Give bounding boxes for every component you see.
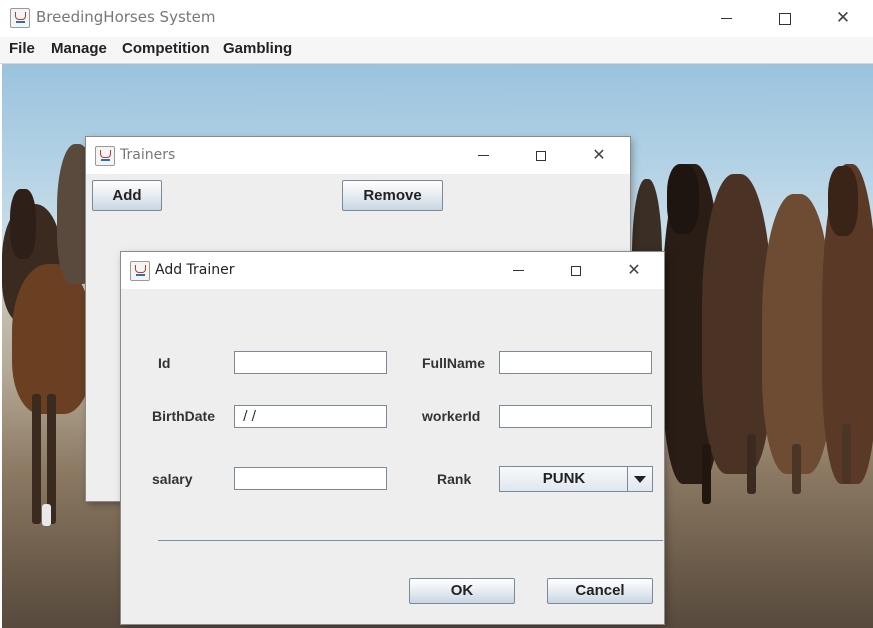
ok-button[interactable]: OK (409, 578, 515, 604)
menu-manage[interactable]: Manage (51, 40, 107, 57)
close-icon: ✕ (592, 145, 606, 164)
maximize-icon (779, 12, 791, 25)
trainers-title: Trainers (120, 147, 176, 163)
trainers-maximize-button[interactable] (524, 142, 558, 168)
workerid-label: workerId (422, 408, 481, 424)
add-trainer-button[interactable]: Add (92, 180, 162, 211)
birthdate-field[interactable] (234, 405, 387, 428)
fullname-label: FullName (422, 355, 486, 371)
salary-field[interactable] (234, 467, 387, 490)
add-trainer-title-bar: Add Trainer ✕ (121, 252, 664, 289)
app-close-button[interactable]: ✕ (823, 4, 863, 32)
app-maximize-button[interactable] (765, 4, 805, 32)
id-label: Id (158, 355, 171, 371)
java-app-icon (130, 261, 150, 281)
minimize-icon (512, 270, 524, 271)
close-icon: ✕ (835, 8, 851, 28)
separator (158, 540, 663, 541)
add-trainer-dialog: Add Trainer ✕ Id FullName BirthDate work… (121, 252, 664, 624)
dialog-close-button[interactable]: ✕ (617, 257, 651, 283)
menu-file[interactable]: File (9, 40, 35, 57)
cancel-button[interactable]: Cancel (547, 578, 653, 604)
rank-selected-value: PUNK (542, 470, 586, 487)
trainers-close-button[interactable]: ✕ (582, 142, 616, 168)
add-trainer-title: Add Trainer (155, 262, 235, 278)
java-app-icon (95, 146, 115, 166)
id-field[interactable] (234, 351, 387, 374)
menu-gambling[interactable]: Gambling (223, 40, 292, 57)
fullname-field[interactable] (499, 351, 652, 374)
minimize-icon (477, 155, 489, 156)
dialog-minimize-button[interactable] (501, 257, 535, 283)
menu-competition[interactable]: Competition (122, 40, 210, 57)
dialog-maximize-button[interactable] (559, 257, 593, 283)
rank-select[interactable]: PUNK (499, 466, 653, 492)
maximize-icon (571, 265, 581, 276)
app-minimize-button[interactable] (706, 4, 746, 32)
workerid-field[interactable] (499, 405, 652, 428)
trainers-title-bar: Trainers ✕ (86, 137, 630, 174)
salary-label: salary (152, 471, 193, 487)
rank-label: Rank (437, 471, 472, 487)
minimize-icon (720, 18, 732, 19)
maximize-icon (536, 150, 546, 161)
menu-bar: File Manage Competition Gambling (0, 37, 873, 64)
java-app-icon (10, 8, 30, 28)
birthdate-label: BirthDate (152, 408, 216, 424)
chevron-down-icon[interactable] (627, 467, 652, 491)
app-title: BreedingHorses System (36, 8, 216, 26)
close-icon: ✕ (627, 260, 641, 279)
remove-trainer-button[interactable]: Remove (342, 180, 443, 211)
app-title-bar: BreedingHorses System ✕ (0, 0, 873, 36)
trainers-minimize-button[interactable] (466, 142, 500, 168)
